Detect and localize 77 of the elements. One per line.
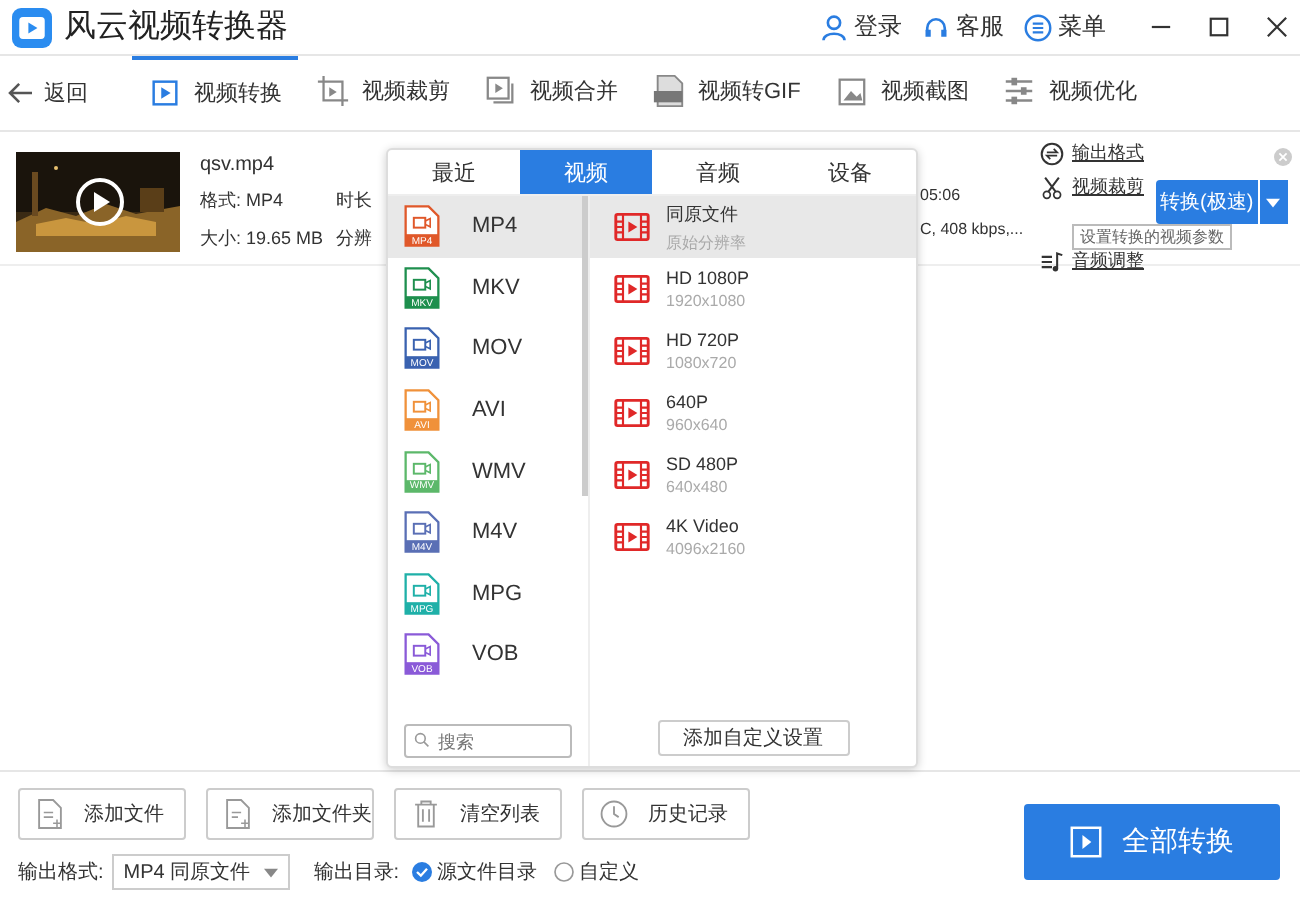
media-info: C, 408 kbps,... [920,220,1026,238]
film-icon [614,336,650,366]
gif-file-icon [652,74,686,108]
toolbar-button[interactable]: 添加文件夹 [206,788,374,840]
back-button[interactable]: 返回 [8,78,132,108]
preset-item[interactable]: SD 480P 640x480 [590,444,916,506]
convert-all-button[interactable]: 全部转换 [1024,804,1280,880]
output-dir-radio[interactable]: 自定义 [553,858,640,886]
toolbar-button[interactable]: 清空列表 [394,788,562,840]
scissors-icon [1040,175,1064,199]
caret-icon [1266,197,1281,207]
convert-circle-icon [1040,141,1064,165]
film-icon [614,398,650,428]
output-format-dropdown[interactable]: MP4 同原文件 [111,854,290,890]
menu-button[interactable]: 菜单 [1024,10,1106,44]
output-format-label: 输出格式: [18,859,104,886]
headset-icon [922,13,950,41]
play-icon [1070,826,1102,858]
file-name: qsv.mp4 [200,153,277,175]
add-file-icon [36,798,64,830]
play-icon[interactable] [76,178,124,226]
back-arrow-icon [8,82,34,104]
film-icon [614,274,650,304]
duration-value: 05:06 [920,186,963,204]
close-icon[interactable] [1266,16,1288,38]
login-button[interactable]: 登录 [820,10,902,44]
file-action-link[interactable]: 输出格式 [1040,140,1144,166]
format-tab[interactable]: 设备 [784,150,916,194]
preset-item[interactable]: HD 720P 1080x720 [590,320,916,382]
format-tab[interactable]: 最近 [388,150,520,194]
convert-button[interactable]: 转换(极速) [1156,180,1258,224]
preset-item[interactable]: HD 1080P 1920x1080 [590,258,916,320]
trash-icon [412,798,440,830]
output-dir-radio[interactable]: 源文件目录 [411,858,538,886]
file-size: 大小: 19.65 MB [200,225,326,251]
preset-item[interactable]: 640P 960x640 [590,382,916,444]
film-icon [614,522,650,552]
window-title: 风云视频转换器 [64,7,288,48]
add-folder-icon [224,798,252,830]
crop-icon [316,74,350,108]
file-format: 格式: MP4 [200,187,286,213]
tool-tab[interactable]: 视频截图 [818,56,985,130]
film-icon [614,212,650,242]
tool-tab[interactable]: 视频转GIF [636,56,817,130]
toolbar-button[interactable]: 添加文件 [18,788,186,840]
sliders-icon [1002,74,1037,108]
add-custom-button[interactable]: 添加自定义设置 [657,720,849,756]
play-frame-icon [148,76,182,110]
music-list-icon [1040,249,1064,273]
format-tab[interactable]: 视频 [520,150,652,194]
clock-icon [600,798,628,830]
app-logo-icon [12,7,52,47]
film-icon [614,460,650,490]
format-tab[interactable]: 音频 [652,150,784,194]
support-button[interactable]: 客服 [922,10,1004,44]
preset-item[interactable]: 同原文件 原始分辨率 [590,196,916,258]
toolbar-button[interactable]: 历史记录 [582,788,750,840]
tool-tab[interactable]: 视频优化 [986,56,1153,130]
output-dir-label: 输出目录: [313,859,400,886]
tooltip: 设置转换的视频参数 [1072,224,1232,250]
duration-label: 时长 [336,187,372,213]
tool-tab[interactable]: 视频转换 [132,56,298,130]
stacked-frames-icon [484,74,518,108]
file-action-link[interactable]: 视频裁剪 [1040,174,1144,200]
maximize-icon[interactable] [1208,16,1230,38]
resolution-label: 分辨 [336,225,372,251]
convert-dropdown-button[interactable] [1259,180,1288,224]
preset-item[interactable]: 4K Video 4096x2160 [590,506,916,568]
search-icon [414,731,430,747]
tool-tab[interactable]: 视频裁剪 [300,56,466,130]
caret-icon [263,867,278,877]
search-field[interactable]: 搜索 [404,724,572,758]
file-action-link[interactable]: 音频调整 [1040,248,1144,274]
user-icon [820,13,848,41]
image-icon [834,74,869,108]
menu-icon [1024,13,1052,41]
tool-tab[interactable]: 视频合并 [468,56,634,130]
